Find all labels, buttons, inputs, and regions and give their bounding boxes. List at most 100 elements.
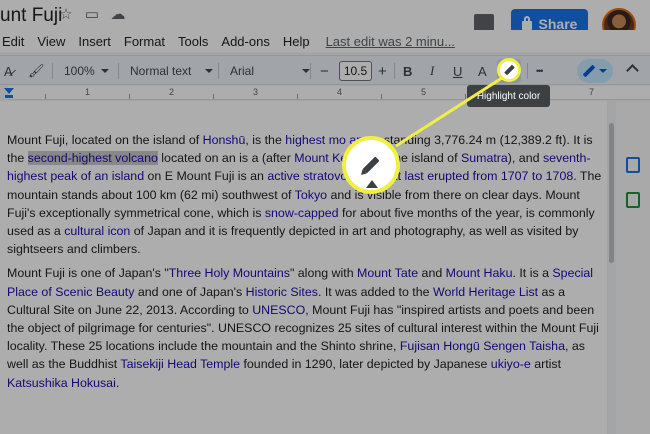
link[interactable]: highest mo [285,133,346,147]
link[interactable]: Taisekiji Head Temple [120,357,240,371]
highlight-color-tooltip: Highlight color [467,85,550,107]
text-run: and one of Japan's [134,284,246,299]
indent-marker[interactable] [4,88,14,94]
italic-button[interactable]: I [430,60,434,82]
text-run: located on an is [157,151,249,166]
scroll-thumb[interactable] [609,123,614,263]
paragraph-1[interactable]: Mount Fuji, located on the island of Hon… [7,131,603,258]
spellcheck-icon[interactable]: A̷ [4,60,13,82]
paint-format-icon[interactable]: 🖌︎ [28,60,45,82]
suggest-edit-icon[interactable] [626,192,640,208]
text-run: on E [144,169,174,184]
ruler-tick [129,94,130,99]
document-title[interactable]: unt Fuji [0,5,62,27]
ruler-number: 3 [253,87,259,97]
callout-pointer [366,180,378,188]
decrease-font-size-button[interactable]: − [320,60,329,82]
menu-insert[interactable]: Insert [78,34,111,49]
google-docs-window: unt Fuji ☆ ▭ ☁ Share Edit View Insert Fo… [0,0,650,434]
ruler-number: 7 [589,87,595,97]
link[interactable]: Tokyo [295,188,327,202]
link[interactable]: Katsushika Hokusai [7,376,116,390]
collapse-toolbar-icon[interactable] [626,64,639,77]
link[interactable]: last erupted from 1707 to 1708 [404,169,573,183]
link[interactable]: Historic Sites [246,285,318,299]
document-page[interactable]: Mount Fuji, located on the island of Hon… [0,101,607,434]
vertical-scrollbar[interactable] [608,101,615,434]
text-run: a (after [251,151,295,166]
text-run: . [115,375,120,390]
link[interactable]: Mount Haku [446,266,513,280]
add-comment-icon[interactable] [626,157,640,173]
menu-help[interactable]: Help [283,34,310,49]
paragraph-2[interactable]: Mount Fuji is one of Japan's "Three Holy… [7,264,603,391]
text-color-button[interactable]: A [478,60,487,82]
text-run: , is the [245,133,286,147]
chevron-down-icon [599,69,607,73]
cloud-status-icon[interactable]: ☁ [110,7,126,23]
text-run: founded in 1290, later depicted by Japan… [240,357,491,372]
ruler-number: 4 [337,87,343,97]
style-value: Normal text [130,64,192,78]
title-bar: unt Fuji ☆ ▭ ☁ Share [0,0,650,42]
menu-format[interactable]: Format [124,34,165,49]
link[interactable]: Honshū [203,133,246,147]
editing-mode-button[interactable] [577,59,613,83]
text-run: Mount Fuji is an [176,169,268,184]
link[interactable]: cultural icon [64,224,130,238]
text-run: ), and [507,151,543,166]
text-run: Mount Fuji is one of Japan's " [7,266,169,281]
menu-tools[interactable]: Tools [178,34,208,49]
font-size-input[interactable]: 10.5 [339,61,372,81]
divider [527,63,528,79]
ruler-number: 2 [169,87,175,97]
star-icon[interactable]: ☆ [58,7,74,23]
menu-add-ons[interactable]: Add-ons [221,34,269,49]
pencil-icon [582,64,596,78]
ruler[interactable]: 1 2 3 4 5 6 7 [0,86,650,100]
comment-history-icon[interactable] [474,14,494,36]
link[interactable]: snow-capped [265,206,339,220]
link[interactable]: second-highest volcano [27,151,158,166]
last-edit-link[interactable]: Last edit was 2 minu... [326,34,455,49]
ruler-tick [297,94,298,99]
divider [218,63,219,79]
ruler-number: 5 [421,87,427,97]
underline-button[interactable]: U [453,60,462,82]
link[interactable]: Mount Tate [357,266,418,280]
more-icon[interactable]: ••• [536,60,544,82]
lock-icon [521,16,532,30]
link[interactable]: Sumatra [461,151,508,165]
first-line-indent-marker[interactable] [5,95,13,98]
divider [118,63,119,79]
font-select[interactable]: Arial [230,60,311,82]
side-panel [616,101,650,434]
link[interactable]: World Heritage List [433,285,538,299]
highlighter-pen [362,156,380,174]
text-run: " along with [289,266,358,281]
link[interactable]: Three Holy Mountains [169,266,290,280]
text-run: Mount Fuji, located on the island of [7,133,203,147]
folder-move-icon[interactable]: ▭ [84,7,100,23]
menu-view[interactable]: View [37,34,65,49]
highlighter-icon[interactable] [497,58,521,82]
increase-font-size-button[interactable]: + [378,60,387,82]
text-run: artist [530,357,562,372]
link[interactable]: ukiyo-e [491,357,531,371]
ruler-tick [45,94,46,99]
zoom-select[interactable]: 100% [64,60,109,82]
paragraph-style-select[interactable]: Normal text [130,60,214,82]
link[interactable]: Fujisan Hongū Sengen Taisha [400,339,565,353]
link[interactable]: UNESCO [252,303,305,317]
text-run: and [418,266,446,281]
text-run: . It was added to the [317,284,433,299]
document-body[interactable]: Mount Fuji, located on the island of Hon… [7,131,603,398]
font-value: Arial [230,64,255,78]
menu-bar: Edit View Insert Format Tools Add-ons He… [0,30,650,52]
menu-edit[interactable]: Edit [2,34,24,49]
bold-button[interactable]: B [403,60,412,82]
ruler-tick [213,94,214,99]
chevron-down-icon [205,69,214,73]
divider [310,63,311,79]
zoom-value: 100% [64,64,95,78]
